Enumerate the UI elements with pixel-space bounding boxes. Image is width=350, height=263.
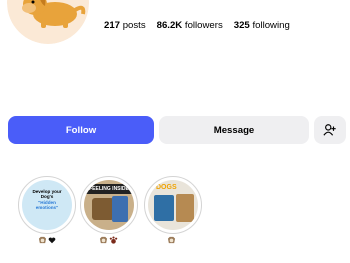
profile-avatar[interactable]	[7, 0, 89, 44]
highlight-2-banner: FEELING INSIDE	[84, 184, 134, 194]
stat-followers-value: 86.2K	[156, 20, 183, 31]
stat-following[interactable]: 325 following	[234, 20, 290, 31]
story-highlight-2[interactable]: FEELING INSIDE	[80, 176, 138, 234]
story-highlight-1[interactable]: Develop your Dog's "Hidden emotions"	[18, 176, 76, 234]
highlight-3-label	[167, 236, 176, 244]
paw-emoji-icon	[109, 236, 118, 244]
message-button-label: Message	[213, 124, 255, 136]
follow-button-label: Follow	[65, 124, 97, 136]
stat-followers-label: followers	[184, 20, 223, 31]
highlight-3-banner: DOGS	[156, 184, 177, 191]
stat-following-value: 325	[233, 20, 250, 31]
stat-followers[interactable]: 86.2K followers	[157, 20, 223, 31]
dog-emoji-icon	[38, 236, 47, 244]
message-button[interactable]: Message	[159, 116, 309, 144]
follow-button[interactable]: Follow	[8, 116, 154, 144]
highlight-1-line-4: emotions"	[35, 205, 59, 211]
stat-posts[interactable]: 217 posts	[104, 20, 146, 31]
stat-following-label: following	[252, 20, 290, 31]
add-user-button[interactable]	[314, 116, 346, 144]
stat-posts-value: 217	[104, 20, 121, 31]
story-highlight-3[interactable]: DOGS	[144, 176, 202, 234]
dog-emoji-icon	[167, 236, 176, 244]
highlight-3-cover: DOGS	[148, 180, 198, 230]
highlight-2-label	[99, 236, 118, 244]
profile-stats: 217 posts 86.2K followers 325 following	[104, 20, 290, 31]
stat-posts-label: posts	[122, 20, 146, 31]
dog-avatar-icon	[22, 0, 86, 28]
dog-emoji-icon	[99, 236, 108, 244]
highlight-1-cover: Develop your Dog's "Hidden emotions"	[22, 180, 72, 230]
highlight-2-cover: FEELING INSIDE	[84, 180, 134, 230]
add-user-icon	[323, 124, 336, 136]
highlight-1-label	[38, 236, 56, 244]
heart-emoji-icon	[48, 237, 56, 243]
